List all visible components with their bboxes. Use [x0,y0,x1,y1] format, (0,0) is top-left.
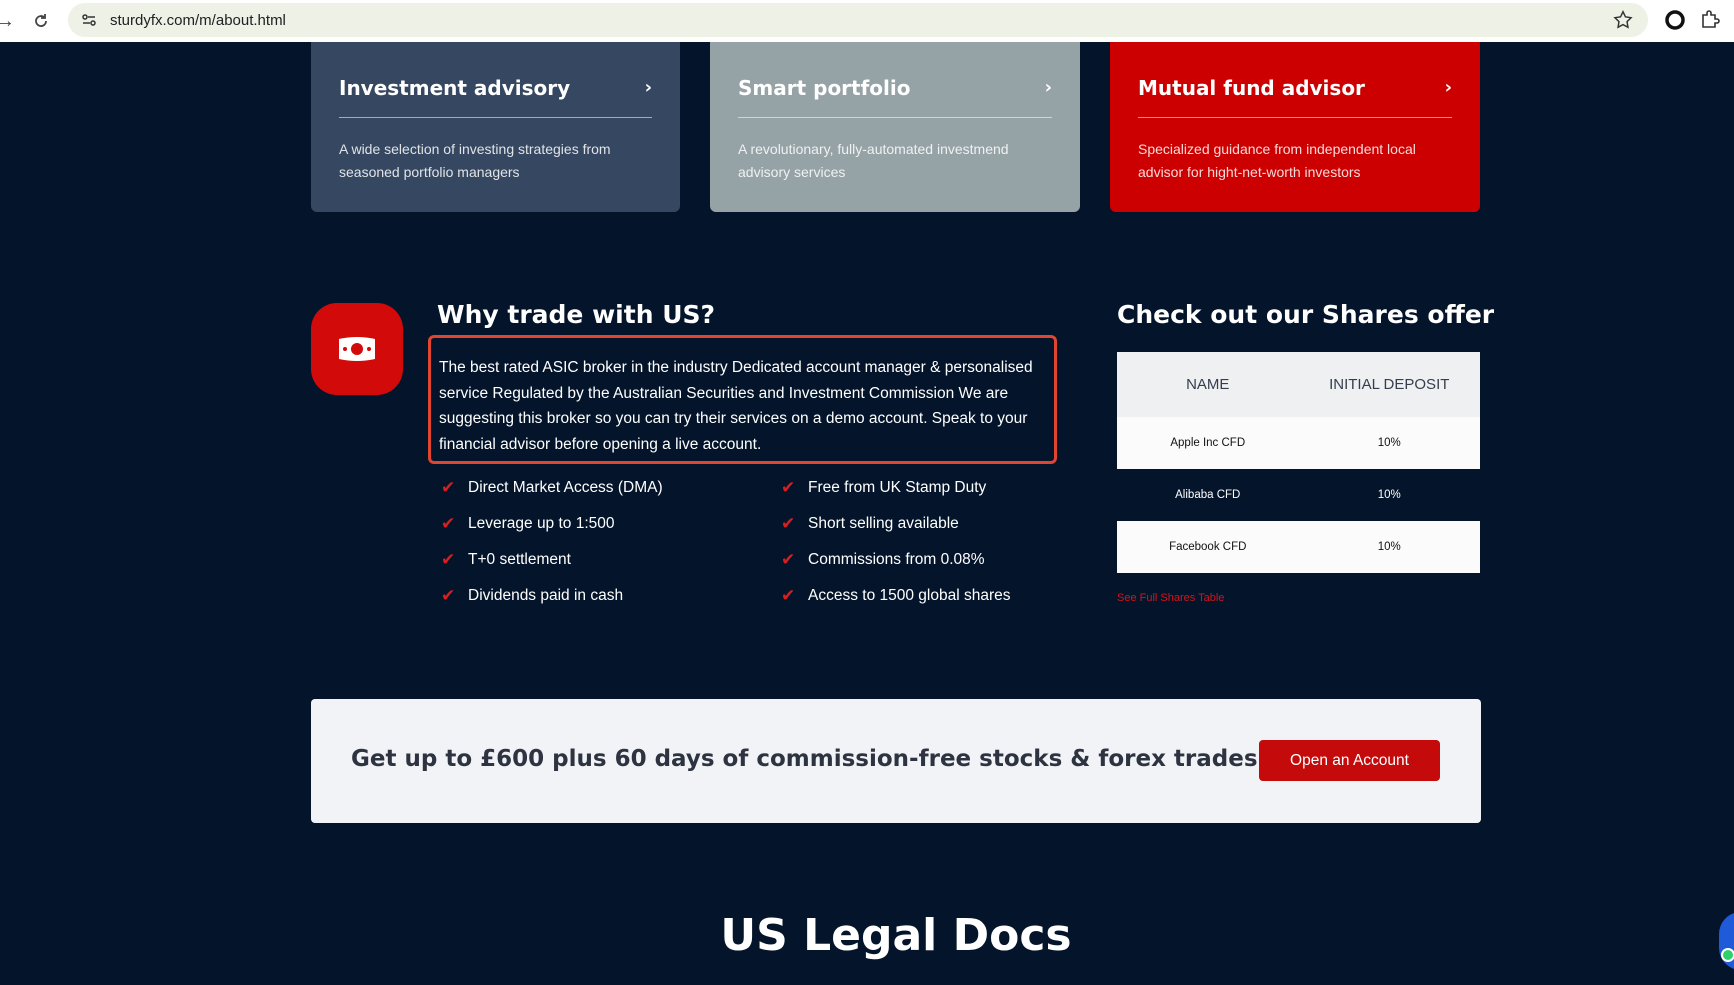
column-header-deposit: INITIAL DEPOSIT [1329,376,1450,393]
feature-label: Dividends paid in cash [468,587,624,604]
address-bar[interactable]: sturdyfx.com/m/about.html [68,3,1648,37]
card-title-row: Mutual fund advisor › [1138,72,1452,118]
table-header: NAME INITIAL DEPOSIT [1117,352,1480,417]
card-mutual-fund-advisor[interactable]: Mutual fund advisor › Specialized guidan… [1110,42,1480,212]
browser-toolbar: → sturdyfx.com/m/about.html [0,0,1734,42]
feature-label: Access to 1500 global shares [808,587,1011,604]
feature-label: Leverage up to 1:500 [468,515,615,532]
share-name: Alibaba CFD [1175,489,1241,501]
chevron-right-icon: › [644,77,652,98]
card-title: Mutual fund advisor [1138,75,1365,100]
card-title: Investment advisory [339,75,571,100]
feature-item: ✔ Direct Market Access (DMA) [441,476,781,500]
share-name: Apple Inc CFD [1170,437,1246,449]
see-full-shares-link[interactable]: See Full Shares Table [1117,592,1224,604]
shares-table: NAME INITIAL DEPOSIT Apple Inc CFD 10% A… [1117,352,1480,573]
feature-label: Free from UK Stamp Duty [808,479,987,496]
site-info-icon[interactable] [78,9,100,31]
column-header-name: NAME [1186,376,1230,393]
card-title-row: Smart portfolio › [738,72,1052,118]
table-row: Alibaba CFD 10% [1117,469,1480,521]
check-icon: ✔ [781,478,796,497]
feature-label: T+0 settlement [468,551,571,568]
extensions-puzzle-icon[interactable] [1698,8,1722,32]
table-row: Facebook CFD 10% [1117,521,1480,573]
check-icon: ✔ [781,550,796,569]
share-name: Facebook CFD [1169,541,1247,553]
open-account-button[interactable]: Open an Account [1259,740,1440,781]
online-status-dot [1721,948,1734,962]
card-title: Smart portfolio [738,75,911,100]
bookmark-star-icon[interactable] [1612,9,1634,31]
feature-label: Short selling available [808,515,959,532]
card-smart-portfolio[interactable]: Smart portfolio › A revolutionary, fully… [710,42,1080,212]
chevron-right-icon: › [1044,77,1052,98]
feature-item: ✔ Short selling available [781,512,1031,536]
check-icon: ✔ [781,514,796,533]
extension-circle-icon[interactable] [1663,8,1687,32]
feature-item: ✔ Access to 1500 global shares [781,584,1031,608]
check-icon: ✔ [441,586,456,605]
card-description: A revolutionary, fully-automated investm… [738,141,1009,180]
why-trade-heading: Why trade with US? [437,300,716,329]
feature-item: ✔ Free from UK Stamp Duty [781,476,1031,500]
feature-item: ✔ Leverage up to 1:500 [441,512,781,536]
why-trade-text: The best rated ASIC broker in the indust… [439,359,1033,453]
why-trade-highlight-box: The best rated ASIC broker in the indust… [428,335,1057,464]
reload-icon[interactable] [24,4,58,38]
card-description: Specialized guidance from independent lo… [1138,141,1416,180]
feature-item: ✔ Commissions from 0.08% [781,548,1031,572]
legal-docs-heading: US Legal Docs [720,910,1072,961]
share-deposit: 10% [1377,541,1401,553]
feature-item: ✔ Dividends paid in cash [441,584,781,608]
feature-list: ✔ Direct Market Access (DMA) ✔ Free from U… [441,476,1031,608]
promo-text: Get up to £600 plus 60 days of commissio… [351,746,1258,772]
share-deposit: 10% [1377,489,1401,501]
chevron-right-icon: › [1444,77,1452,98]
check-icon: ✔ [441,478,456,497]
back-icon[interactable]: → [0,4,22,38]
feature-label: Direct Market Access (DMA) [468,479,663,496]
check-icon: ✔ [441,514,456,533]
money-icon [311,303,403,395]
shares-heading: Check out our Shares offer [1117,300,1495,329]
feature-label: Commissions from 0.08% [808,551,985,568]
feature-item: ✔ T+0 settlement [441,548,781,572]
card-investment-advisory[interactable]: Investment advisory › A wide selection o… [311,42,680,212]
card-title-row: Investment advisory › [339,72,652,118]
table-row: Apple Inc CFD 10% [1117,417,1480,469]
card-description: A wide selection of investing strategies… [339,141,611,180]
check-icon: ✔ [441,550,456,569]
url-text: sturdyfx.com/m/about.html [110,11,286,29]
check-icon: ✔ [781,586,796,605]
promo-banner: Get up to £600 plus 60 days of commissio… [311,699,1481,823]
share-deposit: 10% [1377,437,1401,449]
